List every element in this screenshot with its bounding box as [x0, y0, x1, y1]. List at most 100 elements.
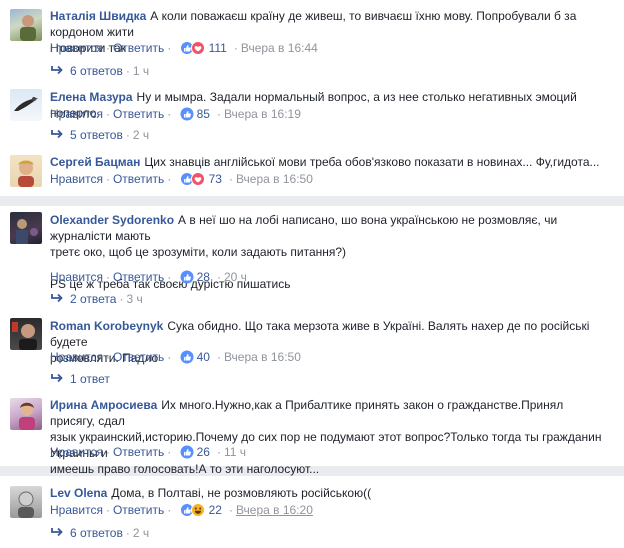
replies-count[interactable]: 1 ответ: [70, 372, 110, 386]
reply-arrow-icon: [50, 525, 64, 541]
comment-author[interactable]: Olexander Sydorenko: [50, 213, 174, 227]
reaction-count[interactable]: 40: [197, 350, 210, 364]
view-replies-link[interactable]: 5 ответов · 2 ч: [50, 127, 149, 143]
comment-text-line: третє око, щоб це зрозуміти, коли задают…: [50, 245, 347, 259]
like-button[interactable]: Нравится: [50, 172, 103, 186]
comment-actions: Нравится · Ответить · 40 · Вчера в 16:50: [50, 349, 301, 365]
avatar-photo-icon: [19, 402, 35, 430]
separator-dot: ·: [167, 41, 172, 55]
like-button[interactable]: Нравится: [50, 503, 103, 517]
comment-author[interactable]: Елена Мазура: [50, 90, 133, 104]
avatar-photo-icon: [18, 491, 34, 518]
view-replies-link[interactable]: 6 ответов · 1 ч: [50, 63, 149, 79]
separator-dot: ·: [167, 503, 172, 517]
reply-button[interactable]: Ответить: [113, 503, 164, 517]
like-reaction-icon[interactable]: [180, 445, 194, 459]
comment-actions: Нравится · Ответить · 73 · Вчера в 16:50: [50, 171, 313, 187]
comment-timestamp[interactable]: 20 ч: [224, 270, 247, 284]
like-button[interactable]: Нравится: [50, 445, 103, 459]
replies-count[interactable]: 6 ответов: [70, 526, 123, 540]
separator-dot: ·: [167, 270, 172, 284]
comment-text-line: имеешь право голосовать!А то эти наголос…: [50, 462, 320, 476]
reply-button[interactable]: Ответить: [113, 172, 164, 186]
comment-timestamp[interactable]: Вчера в 16:20: [236, 503, 313, 517]
comment-body: Сергей Бацман Цих знавців англійської мов…: [50, 154, 610, 170]
view-replies-link[interactable]: 6 ответов · 2 ч: [50, 525, 149, 541]
avatar-photo-icon: [16, 219, 38, 244]
reaction-count[interactable]: 22: [209, 503, 222, 517]
avatar[interactable]: [10, 212, 42, 244]
reaction-count[interactable]: 73: [209, 172, 222, 186]
separator-dot: ·: [167, 445, 172, 459]
separator-dot: ·: [125, 64, 130, 78]
separator-dot: ·: [233, 41, 238, 55]
avatar[interactable]: [10, 155, 42, 187]
comment-author[interactable]: Наталія Швидка: [50, 9, 146, 23]
reply-button[interactable]: Ответить: [113, 445, 164, 459]
separator-dot: ·: [105, 350, 110, 364]
like-button[interactable]: Нравится: [50, 270, 103, 284]
separator-dot: ·: [216, 270, 221, 284]
reply-button[interactable]: Ответить: [113, 41, 164, 55]
separator-dot: ·: [105, 107, 110, 121]
reply-arrow-icon: [50, 291, 64, 307]
avatar[interactable]: [10, 398, 42, 430]
reaction-count[interactable]: 85: [197, 107, 210, 121]
like-button[interactable]: Нравится: [50, 350, 103, 364]
comment-author[interactable]: Ирина Амросиева: [50, 398, 157, 412]
separator-dot: ·: [125, 128, 130, 142]
reactions-icon[interactable]: [179, 172, 206, 186]
view-replies-link[interactable]: 1 ответ: [50, 371, 110, 387]
avatar[interactable]: [10, 318, 42, 350]
avatar-photo-icon: [18, 160, 34, 187]
comment-body: Lev Olena Дома, в Полтаві, не розмовляють…: [50, 485, 610, 501]
replies-time: 2 ч: [132, 128, 150, 142]
like-button[interactable]: Нравится: [50, 41, 103, 55]
comment-timestamp[interactable]: Вчера в 16:50: [236, 172, 313, 186]
like-reaction-icon[interactable]: [180, 350, 194, 364]
avatar[interactable]: [10, 486, 42, 518]
comment-timestamp[interactable]: Вчера в 16:50: [224, 350, 301, 364]
reactions-icon[interactable]: [179, 503, 206, 517]
separator-dot: ·: [167, 107, 172, 121]
replies-time: 3 ч: [126, 292, 143, 306]
separator-dot: ·: [216, 107, 221, 121]
replies-count[interactable]: 5 ответов: [70, 128, 123, 142]
replies-count[interactable]: 6 ответов: [70, 64, 123, 78]
separator-dot: ·: [105, 172, 110, 186]
comment-actions: Нравится · Ответить · 22 · Вчера в 16:20: [50, 502, 313, 518]
comment-actions: Нравится · Ответить · 111 · Вчера в 16:44: [50, 40, 318, 56]
reaction-count[interactable]: 26: [197, 445, 210, 459]
reaction-count[interactable]: 28: [197, 270, 210, 284]
replies-count[interactable]: 2 ответа: [70, 292, 116, 306]
comment-timestamp[interactable]: 11 ч: [224, 445, 246, 459]
avatar[interactable]: [10, 9, 42, 41]
separator-dot: ·: [105, 445, 110, 459]
like-button[interactable]: Нравится: [50, 107, 103, 121]
separator-dot: ·: [228, 172, 233, 186]
like-reaction-icon[interactable]: [180, 270, 194, 284]
comment-author[interactable]: Lev Olena: [50, 486, 107, 500]
reply-button[interactable]: Ответить: [113, 350, 164, 364]
separator-dot: ·: [125, 526, 130, 540]
like-reaction-icon[interactable]: [180, 107, 194, 121]
replies-time: 2 ч: [132, 526, 150, 540]
comment-timestamp[interactable]: Вчера в 16:19: [224, 107, 301, 121]
reactions-icon[interactable]: [179, 41, 206, 55]
comment-text-line: Дома, в Полтаві, не розмовляють російськ…: [111, 486, 372, 500]
avatar[interactable]: [10, 89, 42, 121]
comment-timestamp[interactable]: Вчера в 16:44: [241, 41, 318, 55]
reaction-count[interactable]: 111: [209, 41, 227, 55]
avatar-photo-icon: [20, 15, 36, 41]
avatar-photo-icon: [14, 97, 38, 111]
avatar-photo-icon: [12, 322, 37, 350]
haha-reaction-icon: [190, 503, 205, 517]
separator-dot: ·: [105, 41, 110, 55]
view-replies-link[interactable]: 2 ответа · 3 ч: [50, 291, 143, 307]
separator-dot: ·: [105, 503, 110, 517]
replies-time: 1 ч: [132, 64, 150, 78]
comment-author[interactable]: Сергей Бацман: [50, 155, 140, 169]
comment-author[interactable]: Roman Korobeynyk: [50, 319, 163, 333]
reply-button[interactable]: Ответить: [113, 270, 164, 284]
reply-button[interactable]: Ответить: [113, 107, 164, 121]
